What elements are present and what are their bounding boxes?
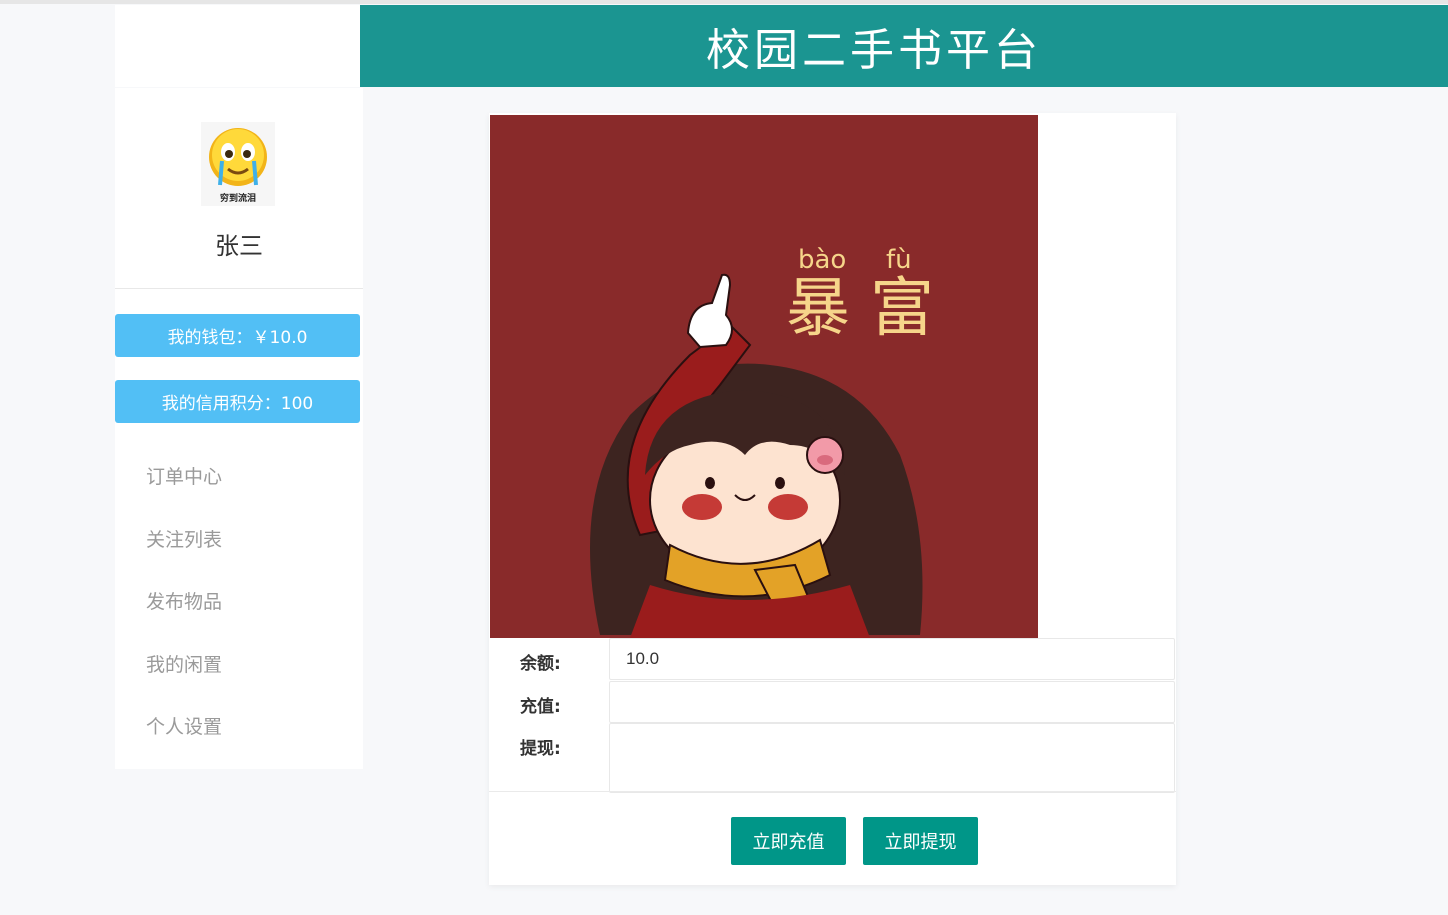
crying-face-icon [209, 128, 267, 186]
withdraw-input[interactable] [609, 723, 1175, 793]
sidebar-item-settings[interactable]: 个人设置 [146, 712, 222, 739]
header-bar: 校园二手书平台 [360, 5, 1448, 87]
logo-area [115, 5, 360, 87]
recharge-button[interactable]: 立即充值 [731, 817, 846, 865]
picture-text: 暴富 [786, 272, 954, 346]
top-line [0, 0, 1448, 4]
username: 张三 [215, 232, 263, 260]
wallet-card: bào fù 暴富 余额: 10.0 充值: 提现: 立即充值 立即提现 [489, 113, 1176, 885]
recharge-input[interactable] [609, 681, 1175, 723]
sidebar: 穷到流泪 张三 我的钱包：￥10.0 我的信用积分：100 订单中心 关注列表 … [115, 88, 363, 769]
balance-label: 余额: [520, 654, 561, 674]
lucky-girl-illustration: bào fù 暴富 [490, 115, 1038, 638]
withdraw-button[interactable]: 立即提现 [863, 817, 978, 865]
sidebar-item-following[interactable]: 关注列表 [146, 525, 222, 552]
site-title: 校园二手书平台 [706, 25, 1042, 76]
pinyin-fu: fù [886, 245, 912, 275]
sidebar-item-publish[interactable]: 发布物品 [146, 587, 222, 614]
withdraw-label: 提现: [520, 739, 561, 759]
wallet-button[interactable]: 我的钱包：￥10.0 [115, 314, 360, 357]
balance-field: 10.0 [609, 638, 1175, 680]
sidebar-divider [115, 288, 363, 289]
pinyin-bao: bào [798, 245, 846, 275]
sidebar-item-my-items[interactable]: 我的闲置 [146, 650, 222, 677]
credit-score-button[interactable]: 我的信用积分：100 [115, 380, 360, 423]
wallet-picture: bào fù 暴富 [490, 115, 1038, 638]
avatar[interactable]: 穷到流泪 [201, 122, 275, 206]
recharge-label: 充值: [520, 697, 561, 717]
card-divider [489, 791, 1176, 792]
avatar-caption: 穷到流泪 [219, 194, 256, 204]
sidebar-item-orders[interactable]: 订单中心 [146, 462, 222, 489]
